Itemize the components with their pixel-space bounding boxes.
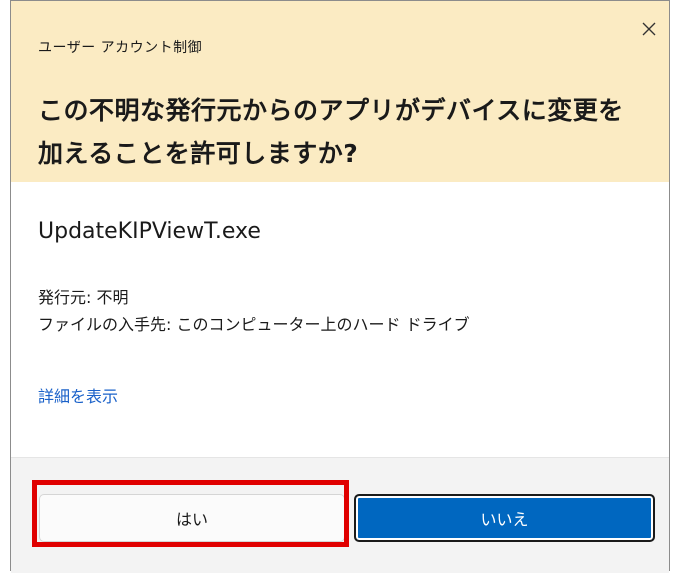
program-info: 発行元: 不明 ファイルの入手先: このコンピューター上のハード ドライブ — [38, 284, 470, 338]
no-button[interactable]: いいえ — [354, 494, 655, 542]
uac-dialog: ユーザー アカウント制御 この不明な発行元からのアプリがデバイスに変更を加えるこ… — [10, 0, 670, 573]
show-details-link[interactable]: 詳細を表示 — [38, 383, 118, 407]
close-button[interactable] — [633, 13, 665, 45]
file-origin-label: ファイルの入手先: このコンピューター上のハード ドライブ — [38, 315, 470, 334]
close-icon — [642, 22, 656, 36]
program-name: UpdateKIPViewT.exe — [38, 219, 261, 244]
dialog-header: ユーザー アカウント制御 この不明な発行元からのアプリがデバイスに変更を加えるこ… — [11, 1, 669, 182]
yes-button[interactable]: はい — [39, 494, 345, 542]
dialog-footer: はい いいえ — [11, 457, 669, 573]
dialog-question: この不明な発行元からのアプリがデバイスに変更を加えることを許可しますか? — [38, 96, 624, 168]
dialog-caption: ユーザー アカウント制御 — [38, 40, 203, 56]
publisher-label: 発行元: 不明 — [38, 288, 129, 307]
